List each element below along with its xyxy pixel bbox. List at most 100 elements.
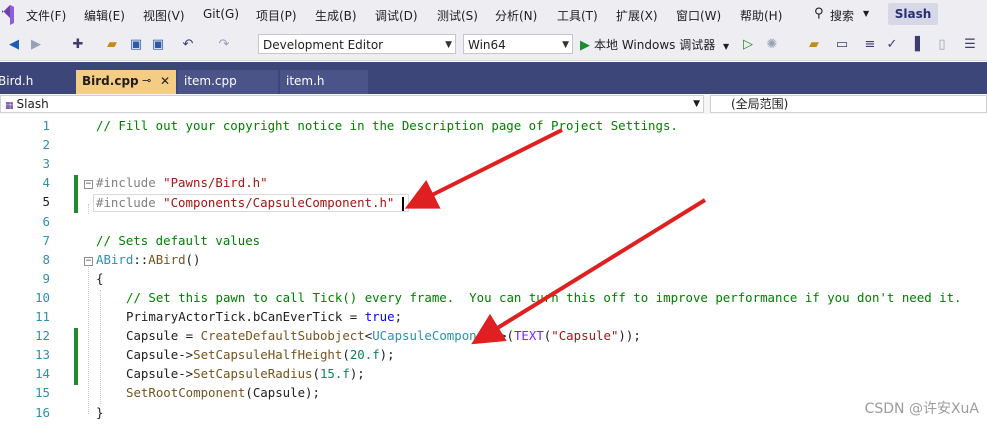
menu-debug[interactable]: 调试(D) [375, 7, 418, 24]
tab-label: Bird.cpp [82, 74, 139, 88]
code-token: SetCapsuleHalfHeight [193, 347, 343, 363]
chevron-down-icon: ▼ [693, 99, 700, 109]
code-token: // Sets default values [96, 232, 261, 248]
tab-bird-h[interactable]: Bird.h [0, 70, 72, 94]
configuration-value: Development Editor [263, 38, 384, 52]
format-icon[interactable]: ☰ [962, 37, 978, 53]
line-number: 9 [42, 270, 50, 286]
code-token: )); [618, 328, 641, 344]
platform-dropdown[interactable]: Win64 ▼ [463, 34, 573, 54]
code-line: { [96, 271, 103, 286]
new-item-icon[interactable]: ✚ [70, 37, 86, 53]
line-number: 11 [35, 309, 50, 324]
solution-name-badge: Slash [888, 3, 938, 25]
redo-icon[interactable]: ↷ [216, 37, 232, 53]
save-all-icon[interactable]: ▣ [150, 37, 166, 53]
navigation-bar: ▦ Slash ▼ (全局范围) [0, 94, 987, 115]
code-line: SetRootComponent(Capsule); [126, 385, 320, 400]
configuration-dropdown[interactable]: Development Editor ▼ [258, 34, 456, 54]
watermark: CSDN @许安XuA [864, 401, 979, 417]
tab-bird-cpp[interactable]: Bird.cpp ⊸ ✕ [76, 70, 176, 94]
toolbar: ◀ ▶ ✚ ▰ ▣ ▣ ↶ ↷ Development Editor ▼ Win… [0, 30, 987, 61]
comment-icon[interactable]: ≡ [862, 37, 878, 53]
search-button[interactable]: ⚲ 搜索 ▼ [806, 3, 882, 25]
menu-extensions[interactable]: 扩展(X) [616, 7, 658, 24]
code-token: ABird [148, 251, 186, 267]
menu-tools[interactable]: 工具(T) [557, 7, 598, 24]
line-number: 15 [35, 385, 50, 401]
scope-dropdown[interactable]: (全局范围) [710, 95, 987, 113]
pin-icon[interactable]: ⊸ [142, 70, 151, 92]
code-editor[interactable]: − −1 2 3 4 5 6 7 8 9 10 11 12 13 14 15 16// Fill out you… [0, 114, 987, 424]
line-number: 5 [42, 194, 50, 210]
code-line: #include "Components/CapsuleComponent.h" [93, 194, 410, 212]
code-token: { [96, 270, 104, 286]
menu-view[interactable]: 视图(V) [143, 7, 185, 24]
line-number: 12 [35, 328, 50, 344]
line-number: 7 [42, 232, 50, 248]
menu-analyze[interactable]: 分析(N) [495, 7, 537, 24]
folder-icon[interactable]: ▰ [806, 37, 822, 53]
line-number: 13 [35, 347, 50, 363]
bookmark-icon[interactable]: ▯ [934, 37, 950, 53]
spell-check-icon[interactable]: ✓ [884, 37, 900, 53]
tab-item-cpp[interactable]: item.cpp [178, 70, 278, 94]
open-folder-icon[interactable]: ▰ [104, 37, 120, 53]
fold-guide [88, 261, 89, 415]
search-icon: ⚲ [814, 6, 824, 21]
undo-icon[interactable]: ↶ [180, 37, 196, 53]
menu-help[interactable]: 帮助(H) [740, 7, 782, 24]
chevron-down-icon: ▼ [723, 42, 730, 51]
chevron-down-icon: ▼ [562, 40, 569, 50]
menu-window[interactable]: 窗口(W) [676, 7, 721, 24]
line-number: 1 [42, 118, 50, 133]
code-token: 15.f [319, 366, 350, 382]
code-token: true [364, 309, 395, 324]
menu-project[interactable]: 项目(P) [256, 7, 297, 24]
code-token: >( [499, 328, 514, 344]
code-line: // Sets default values [96, 233, 260, 248]
code-token: // Set this pawn to call Tick() every fr… [126, 289, 962, 305]
menu-test[interactable]: 测试(S) [437, 7, 478, 24]
code-token: ; [394, 309, 403, 324]
code-token: 20.f [349, 347, 380, 363]
cpp-file-icon: ▦ [5, 101, 14, 111]
project-dropdown[interactable]: ▦ Slash ▼ [0, 95, 704, 113]
code-token: :: [133, 251, 149, 267]
code-line: // Fill out your copyright notice in the… [96, 118, 678, 133]
chevron-down-icon: ▼ [863, 9, 870, 18]
breakpoint-icon[interactable]: ▌ [912, 37, 928, 53]
code-token: "Components/CapsuleComponent.h" [163, 195, 395, 211]
start-debugging-button[interactable]: ▶ 本地 Windows 调试器 ▼ [580, 35, 729, 55]
start-without-debugging-icon[interactable]: ▷ [740, 37, 756, 53]
play-icon: ▶ [580, 38, 590, 53]
code-line: } [96, 405, 103, 420]
window-layout-icon[interactable]: ▭ [834, 37, 850, 53]
search-label: 搜索 [830, 9, 855, 23]
visual-studio-logo-icon[interactable] [0, 4, 16, 26]
hot-reload-icon[interactable]: ✺ [764, 37, 780, 53]
code-token: Capsule = [126, 328, 201, 344]
fold-guide [88, 204, 89, 215]
tab-item-h[interactable]: item.h [280, 70, 368, 94]
menu-build[interactable]: 生成(B) [315, 7, 357, 24]
scope-name: (全局范围) [731, 97, 789, 111]
code-token: Capsule-> [126, 366, 194, 382]
code-line: #include "Pawns/Bird.h" [96, 175, 268, 190]
menu-file[interactable]: 文件(F) [26, 7, 66, 24]
menu-edit[interactable]: 编辑(E) [84, 7, 125, 24]
save-icon[interactable]: ▣ [128, 37, 144, 53]
line-number: 2 [42, 137, 50, 153]
menu-git[interactable]: Git(G) [203, 7, 239, 21]
tab-label: item.cpp [184, 74, 237, 88]
line-number: 4 [42, 175, 50, 191]
forward-icon[interactable]: ▶ [28, 37, 44, 53]
fold-toggle-icon[interactable]: − [84, 180, 93, 190]
fold-toggle-icon[interactable]: − [84, 256, 93, 266]
back-icon[interactable]: ◀ [6, 37, 22, 53]
line-number: 16 [35, 404, 50, 420]
code-token: CreateDefaultSubobject [200, 328, 365, 344]
close-icon[interactable]: ✕ [160, 70, 170, 92]
code-token: UCapsuleComponent [372, 328, 500, 344]
code-token: SetCapsuleRadius [193, 366, 313, 382]
